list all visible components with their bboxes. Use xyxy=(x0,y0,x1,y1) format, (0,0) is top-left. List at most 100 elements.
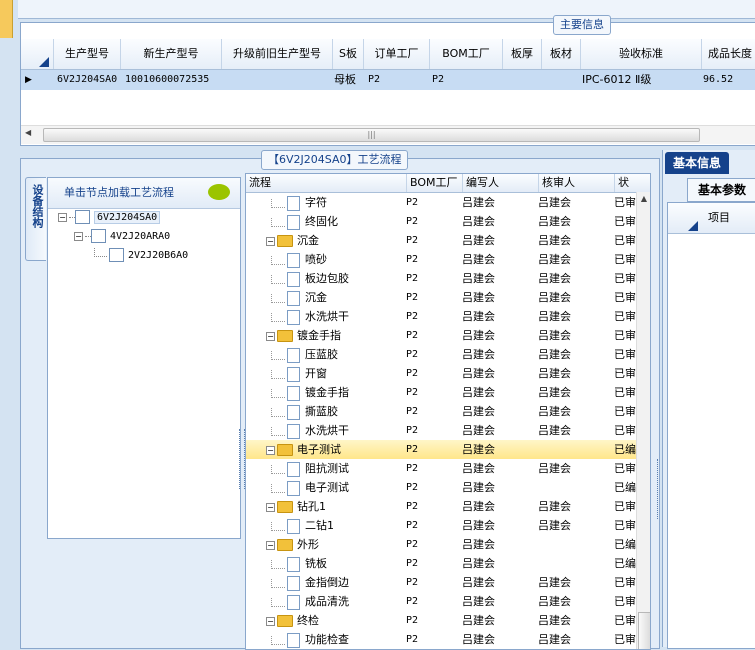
basic-info-tab[interactable]: 基本信息 xyxy=(665,152,729,174)
cell-process-name: − 外形 xyxy=(246,535,406,554)
table-row[interactable]: − 终检 P2 吕建会 吕建会 已审 xyxy=(246,611,636,630)
equipment-structure-tab[interactable]: 设备结构 xyxy=(25,177,46,261)
scroll-up-icon[interactable]: ▲ xyxy=(637,192,650,206)
cell-reviewer: 吕建会 xyxy=(538,614,571,627)
horizontal-scrollbar[interactable]: ◀ ||| xyxy=(21,125,755,144)
table-row[interactable]: 喷砂 P2 吕建会 吕建会 已审 xyxy=(246,250,636,269)
cell-process-name: − 镀金手指 xyxy=(246,326,406,345)
col-process[interactable]: 流程 xyxy=(246,174,407,192)
collapse-icon[interactable]: − xyxy=(266,331,275,341)
col-status[interactable]: 状态 xyxy=(615,174,637,192)
process-flow-tab[interactable]: 【6V2J204SA0】工艺流程 xyxy=(261,150,409,170)
cell-bom-factory: P2 xyxy=(406,368,419,379)
cell-status: 已审 xyxy=(614,196,636,209)
table-row[interactable]: 成品清洗 P2 吕建会 吕建会 已审 xyxy=(246,592,636,611)
col-item[interactable]: 项目 xyxy=(708,203,730,233)
col-material[interactable]: 板材 xyxy=(542,39,581,69)
table-row[interactable]: 水洗烘干 P2 吕建会 吕建会 已审 xyxy=(246,421,636,440)
col-bom-factory[interactable]: BOM工厂 xyxy=(430,39,503,69)
splitter-handle[interactable] xyxy=(657,459,661,519)
cell-bom-factory: P2 xyxy=(406,330,419,341)
vertical-scrollbar[interactable]: ▲ xyxy=(636,192,650,649)
tree-node[interactable]: − 6V2J204SA0 xyxy=(58,210,161,226)
cell-writer: 吕建会 xyxy=(462,386,495,399)
cell-s-board: 母板 xyxy=(334,73,356,86)
tree-node[interactable]: 2V2J20B6A0 xyxy=(94,248,188,264)
table-row[interactable]: − 钻孔1 P2 吕建会 吕建会 已审 xyxy=(246,497,636,516)
document-icon xyxy=(287,594,300,610)
table-row[interactable]: 字符 P2 吕建会 吕建会 已审 xyxy=(246,193,636,212)
collapse-icon[interactable]: − xyxy=(266,502,275,512)
col-thickness[interactable]: 板厚 xyxy=(503,39,542,69)
table-row[interactable]: − 沉金 P2 吕建会 吕建会 已审 xyxy=(246,231,636,250)
tree-node[interactable]: − 4V2J20ARA0 xyxy=(74,229,170,245)
collapse-icon[interactable]: − xyxy=(266,236,275,246)
tree-node-label: 6V2J204SA0 xyxy=(94,211,161,224)
row-pointer-icon: ▶ xyxy=(25,75,32,85)
table-row[interactable]: 二钻1 P2 吕建会 吕建会 已审 xyxy=(246,516,636,535)
table-row[interactable]: 水洗烘干 P2 吕建会 吕建会 已审 xyxy=(246,307,636,326)
cell-process-name: − 电子测试 xyxy=(246,440,406,459)
cell-reviewer: 吕建会 xyxy=(538,310,571,323)
table-row[interactable]: 铣板 P2 吕建会 已编 xyxy=(246,554,636,573)
cell-status: 已审 xyxy=(614,234,636,247)
table-row[interactable]: 板边包胶 P2 吕建会 吕建会 已审 xyxy=(246,269,636,288)
folder-icon xyxy=(277,444,293,456)
header-corner[interactable] xyxy=(21,39,54,69)
col-finished-length[interactable]: 成品长度 xyxy=(702,39,755,69)
cell-process-name: 成品清洗 xyxy=(246,592,406,611)
cell-status: 已编 xyxy=(614,557,636,570)
col-old-production-model[interactable]: 升级前旧生产型号 xyxy=(222,39,333,69)
cell-acceptance-standard: IPC-6012 Ⅱ级 xyxy=(582,73,652,86)
collapse-icon[interactable]: − xyxy=(58,212,67,222)
collapse-icon[interactable]: − xyxy=(266,540,275,550)
cell-reviewer: 吕建会 xyxy=(538,196,571,209)
col-reviewer[interactable]: 核审人 xyxy=(539,174,615,192)
document-icon xyxy=(91,229,106,243)
col-production-model[interactable]: 生产型号 xyxy=(54,39,121,69)
document-icon xyxy=(75,210,90,224)
table-row[interactable]: − 外形 P2 吕建会 已编 xyxy=(246,535,636,554)
table-row[interactable]: 电子测试 P2 吕建会 已编 xyxy=(246,478,636,497)
document-icon xyxy=(287,480,300,496)
scroll-left-icon[interactable]: ◀ xyxy=(25,128,31,137)
collapse-icon[interactable]: − xyxy=(266,445,275,455)
cell-writer: 吕建会 xyxy=(462,329,495,342)
scrollbar-thumb[interactable] xyxy=(638,612,650,649)
basic-params-tab[interactable]: 基本参数 xyxy=(687,178,755,202)
table-row[interactable]: 金指倒边 P2 吕建会 吕建会 已审 xyxy=(246,573,636,592)
collapse-icon[interactable]: − xyxy=(266,616,275,626)
col-new-production-model[interactable]: 新生产型号 xyxy=(121,39,222,69)
document-icon xyxy=(287,195,300,211)
table-row[interactable]: 开窗 P2 吕建会 吕建会 已审 xyxy=(246,364,636,383)
scrollbar-thumb[interactable]: ||| xyxy=(43,128,700,142)
cell-bom-factory: P2 xyxy=(406,197,419,208)
main-info-tab[interactable]: 主要信息 xyxy=(553,15,611,35)
table-row[interactable]: ▶ 6V2J204SA0 10010600072535 母板 P2 P2 IPC… xyxy=(21,70,755,90)
col-writer[interactable]: 编写人 xyxy=(463,174,539,192)
table-row[interactable]: 镀金手指 P2 吕建会 吕建会 已审 xyxy=(246,383,636,402)
cell-status: 已审 xyxy=(614,519,636,532)
cell-bom-factory: P2 xyxy=(406,406,419,417)
cell-process-name: 开窗 xyxy=(246,364,406,383)
col-acceptance-standard[interactable]: 验收标准 xyxy=(581,39,702,69)
cell-status: 已审 xyxy=(614,424,636,437)
document-icon xyxy=(287,423,300,439)
table-row[interactable]: − 镀金手指 P2 吕建会 吕建会 已审 xyxy=(246,326,636,345)
table-row[interactable]: 功能检查 P2 吕建会 吕建会 已审 xyxy=(246,630,636,649)
table-row[interactable]: 阻抗测试 P2 吕建会 吕建会 已审 xyxy=(246,459,636,478)
process-name-label: 镀金手指 xyxy=(305,386,349,399)
table-row[interactable]: 撕蓝胶 P2 吕建会 吕建会 已审 xyxy=(246,402,636,421)
cell-reviewer: 吕建会 xyxy=(538,253,571,266)
cell-process-name: 字符 xyxy=(246,193,406,212)
process-name-label: 字符 xyxy=(305,196,327,209)
col-s-board[interactable]: S板 xyxy=(333,39,364,69)
table-row[interactable]: 终固化 P2 吕建会 吕建会 已审 xyxy=(246,212,636,231)
col-bom-factory[interactable]: BOM工厂 xyxy=(407,174,463,192)
col-order-factory[interactable]: 订单工厂 xyxy=(364,39,430,69)
table-row[interactable]: 压蓝胶 P2 吕建会 吕建会 已审 xyxy=(246,345,636,364)
table-row[interactable]: 沉金 P2 吕建会 吕建会 已审 xyxy=(246,288,636,307)
table-row[interactable]: − 电子测试 P2 吕建会 已编 xyxy=(246,440,636,459)
collapse-icon[interactable]: − xyxy=(74,231,83,241)
cell-reviewer: 吕建会 xyxy=(538,405,571,418)
